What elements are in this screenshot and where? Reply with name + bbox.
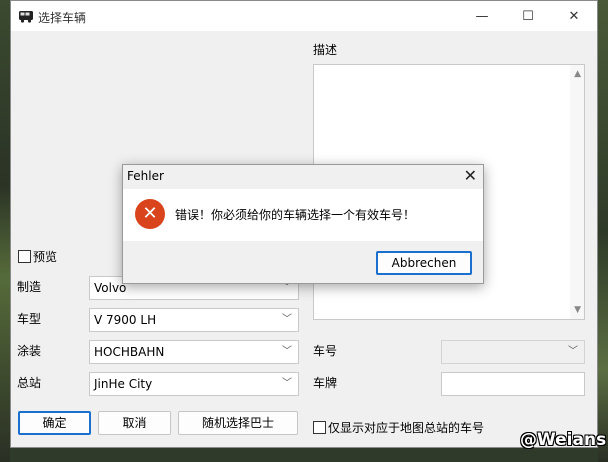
close-button[interactable]: ✕ [551, 1, 597, 31]
maximize-icon: ☐ [522, 8, 534, 24]
cancel-button[interactable]: 取消 [98, 411, 171, 435]
model-label: 车型 [17, 312, 42, 326]
scroll-down-icon[interactable]: ▼ [574, 305, 581, 315]
window-title: 选择车辆 [38, 11, 87, 25]
vehicle-number-select[interactable]: ﹀ [441, 340, 585, 364]
livery-label: 涂装 [17, 344, 42, 358]
only-depot-checkbox[interactable] [313, 421, 326, 434]
error-dialog: Fehler ✕ ✕ 错误！你必须给你的车辆选择一个有效车号！ Abbreche… [122, 164, 484, 284]
preview-label: 预览 [33, 250, 58, 264]
ok-button[interactable]: 确定 [18, 411, 91, 435]
game-background-left [0, 0, 10, 462]
only-depot-label: 仅显示对应于地图总站的车号 [328, 421, 485, 435]
title-bar[interactable]: 选择车辆 — ☐ ✕ [11, 1, 597, 31]
chevron-down-icon: ﹀ [282, 346, 292, 357]
random-bus-button[interactable]: 随机选择巴士 [178, 411, 298, 435]
description-label: 描述 [313, 43, 338, 57]
watermark: @Weians [520, 430, 607, 450]
minimize-icon: — [475, 8, 489, 24]
depot-value: JinHe City [94, 377, 153, 391]
vehicle-number-label: 车号 [313, 344, 338, 358]
manufacturer-label: 制造 [17, 280, 42, 294]
depot-select[interactable]: JinHe City ﹀ [89, 372, 299, 396]
chevron-down-icon: ﹀ [568, 346, 578, 357]
livery-select[interactable]: HOCHBAHN ﹀ [89, 340, 299, 364]
maximize-button[interactable]: ☐ [505, 1, 551, 31]
error-icon: ✕ [135, 199, 165, 229]
plate-label: 车牌 [313, 376, 338, 390]
dialog-close-icon[interactable]: ✕ [464, 166, 477, 185]
livery-value: HOCHBAHN [94, 345, 165, 359]
depot-label: 总站 [17, 376, 42, 390]
preview-checkbox[interactable] [18, 250, 31, 263]
scroll-up-icon[interactable]: ▲ [574, 69, 581, 79]
game-background-right [598, 0, 608, 462]
chevron-down-icon: ﹀ [282, 314, 292, 325]
model-select[interactable]: V 7900 LH ﹀ [89, 308, 299, 332]
description-scrollbar[interactable]: ▲ ▼ [570, 65, 584, 319]
dialog-body: ✕ 错误！你必须给你的车辆选择一个有效车号！ [123, 189, 483, 241]
close-icon: ✕ [568, 8, 580, 24]
bus-icon [19, 11, 33, 23]
dialog-message: 错误！你必须给你的车辆选择一个有效车号！ [175, 208, 416, 222]
plate-input[interactable] [441, 372, 585, 396]
abort-button[interactable]: Abbrechen [376, 251, 472, 275]
chevron-down-icon: ﹀ [282, 378, 292, 389]
model-value: V 7900 LH [94, 313, 157, 327]
minimize-button[interactable]: — [459, 1, 505, 31]
dialog-title: Fehler [127, 169, 164, 183]
